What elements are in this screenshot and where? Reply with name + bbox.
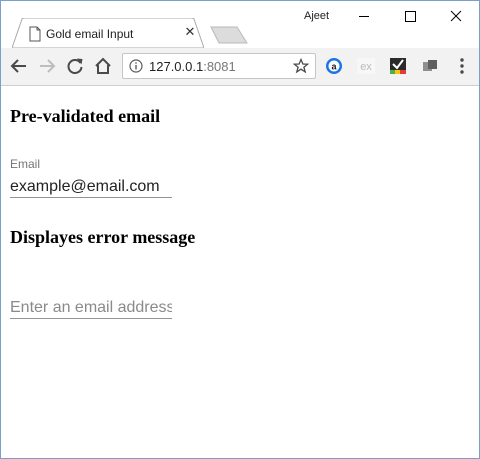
browser-window: Gold email Input ✕ Ajeet 127.0.0.1:8081 … bbox=[0, 0, 480, 459]
amazon-assistant-icon[interactable]: a bbox=[325, 57, 343, 75]
reload-icon[interactable] bbox=[65, 56, 85, 76]
heading-error-message: Displayes error message bbox=[10, 227, 196, 247]
new-tab-button[interactable] bbox=[210, 26, 248, 44]
browser-toolbar: 127.0.0.1:8081 a ex bbox=[1, 48, 479, 86]
tab-close-icon[interactable]: ✕ bbox=[183, 25, 197, 39]
title-bar: Gold email Input ✕ Ajeet bbox=[1, 1, 479, 48]
page-content: Pre-validated email Email Displayes erro… bbox=[1, 86, 479, 458]
pre-validated-email-input[interactable] bbox=[10, 176, 172, 198]
back-arrow-icon[interactable] bbox=[9, 56, 29, 76]
profile-name[interactable]: Ajeet bbox=[304, 10, 329, 22]
address-bar[interactable]: 127.0.0.1:8081 bbox=[122, 53, 316, 79]
window-close-icon[interactable] bbox=[433, 1, 479, 31]
url-host: 127.0.0.1 bbox=[149, 59, 204, 74]
url-text[interactable]: 127.0.0.1:8081 bbox=[149, 59, 236, 74]
kebab-menu-icon[interactable] bbox=[457, 57, 467, 75]
minimize-icon[interactable] bbox=[341, 1, 387, 31]
page-icon bbox=[29, 26, 41, 42]
checkbox-extension-icon[interactable] bbox=[389, 57, 407, 75]
cast-extension-icon[interactable] bbox=[421, 57, 439, 75]
ex-extension-icon[interactable]: ex bbox=[357, 57, 375, 75]
email-label: Email bbox=[10, 157, 41, 171]
browser-tab[interactable]: Gold email Input ✕ bbox=[12, 18, 204, 48]
home-icon[interactable] bbox=[93, 56, 113, 76]
star-icon[interactable] bbox=[293, 58, 309, 74]
info-icon[interactable] bbox=[129, 59, 143, 73]
error-email-input[interactable] bbox=[10, 297, 172, 319]
forward-arrow-icon[interactable] bbox=[37, 56, 57, 76]
heading-pre-validated: Pre-validated email bbox=[10, 106, 161, 126]
tab-title: Gold email Input bbox=[46, 27, 134, 41]
url-port: :8081 bbox=[203, 59, 236, 74]
maximize-icon[interactable] bbox=[387, 1, 433, 31]
svg-text:ex: ex bbox=[360, 61, 372, 73]
